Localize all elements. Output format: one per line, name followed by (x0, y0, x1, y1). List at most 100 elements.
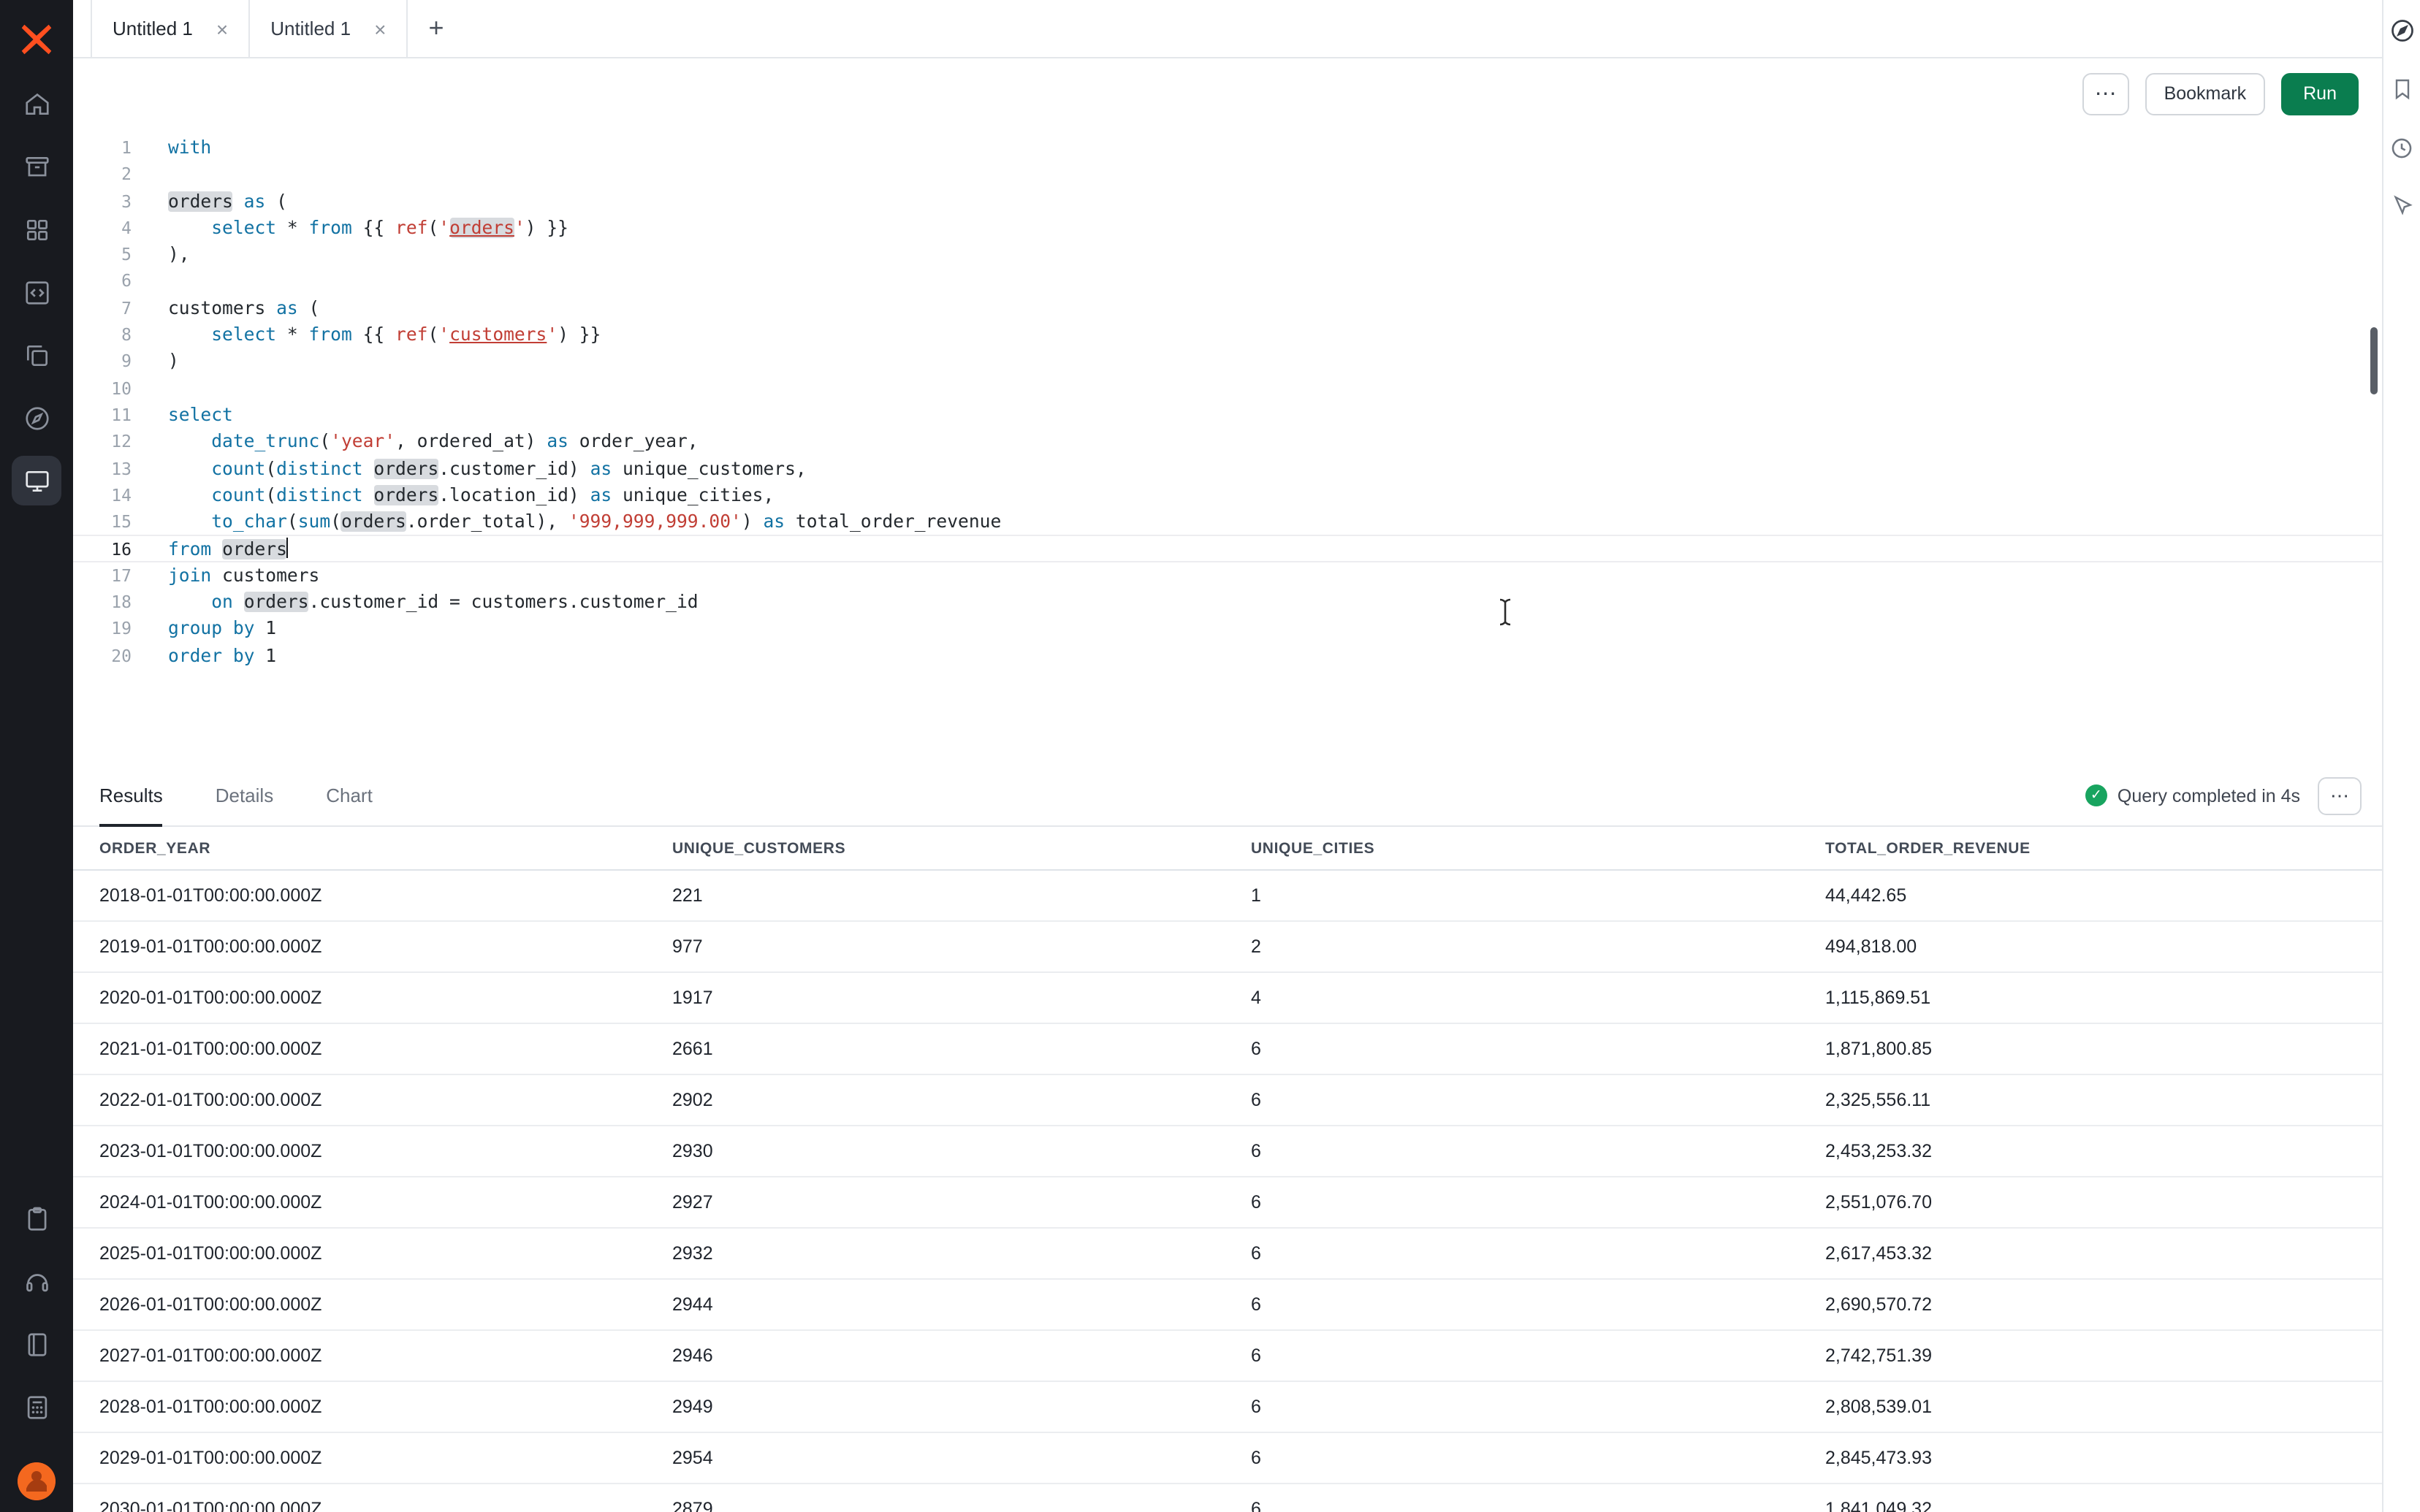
table-cell: 6 (1251, 1499, 1825, 1512)
line-number: 6 (73, 268, 132, 295)
bookmark-icon[interactable] (2386, 73, 2418, 105)
code-line[interactable]: 1with (73, 134, 2382, 161)
line-number: 16 (73, 537, 132, 561)
results-body: 2018-01-01T00:00:00.000Z221144,442.65201… (73, 871, 2382, 1512)
code-line[interactable]: 9) (73, 348, 2382, 375)
results-tabs: Results Details Chart (99, 765, 2085, 825)
line-number: 20 (73, 642, 132, 669)
user-avatar[interactable] (18, 1462, 56, 1500)
table-cell: 6 (1251, 1039, 1825, 1059)
calculator-icon[interactable] (12, 1382, 61, 1432)
results-tab-chart[interactable]: Chart (326, 765, 373, 825)
more-options-button[interactable]: ⋯ (2082, 72, 2129, 115)
table-row[interactable]: 2027-01-01T00:00:00.000Z294662,742,751.3… (73, 1331, 2382, 1382)
new-tab-button[interactable]: + (408, 0, 464, 57)
bookmark-button[interactable]: Bookmark (2145, 72, 2266, 115)
code-line[interactable]: 3orders as ( (73, 188, 2382, 215)
table-cell: 1,115,869.51 (1825, 988, 2382, 1008)
history-icon[interactable] (2386, 131, 2418, 164)
line-number: 1 (73, 134, 132, 161)
table-cell: 2932 (672, 1243, 1251, 1264)
code-line[interactable]: 5), (73, 241, 2382, 268)
table-cell: 6 (1251, 1448, 1825, 1468)
app-logo[interactable] (0, 0, 73, 79)
code-lines: 1with23orders as (4 select * from {{ ref… (73, 134, 2382, 669)
table-row[interactable]: 2026-01-01T00:00:00.000Z294462,690,570.7… (73, 1280, 2382, 1331)
table-cell: 4 (1251, 988, 1825, 1008)
code-line[interactable]: 14 count(distinct orders.location_id) as… (73, 482, 2382, 509)
home-icon[interactable] (12, 79, 61, 129)
table-row[interactable]: 2021-01-01T00:00:00.000Z266161,871,800.8… (73, 1024, 2382, 1075)
code-line[interactable]: 13 count(distinct orders.customer_id) as… (73, 455, 2382, 482)
results-tab-bar: Results Details Chart ✓ Query completed in… (73, 765, 2382, 827)
close-tab-icon[interactable]: × (216, 18, 228, 39)
main-area: Untitled 1 × Untitled 1 × + ⋯ Bookmark R… (73, 0, 2382, 1512)
table-row[interactable]: 2025-01-01T00:00:00.000Z293262,617,453.3… (73, 1229, 2382, 1280)
table-cell: 6 (1251, 1090, 1825, 1110)
line-number: 11 (73, 402, 132, 429)
line-number: 8 (73, 321, 132, 348)
tab-label: Untitled 1 (113, 18, 193, 39)
column-header[interactable]: UNIQUE_CUSTOMERS (672, 839, 1251, 857)
line-number: 2 (73, 161, 132, 188)
table-row[interactable]: 2019-01-01T00:00:00.000Z9772494,818.00 (73, 922, 2382, 973)
table-cell: 2021-01-01T00:00:00.000Z (99, 1039, 672, 1059)
clipboard-icon[interactable] (12, 1194, 61, 1243)
notebook-icon[interactable] (12, 1319, 61, 1369)
code-line[interactable]: 19group by 1 (73, 616, 2382, 643)
tab-untitled-2[interactable]: Untitled 1 × (250, 0, 408, 57)
code-line[interactable]: 4 select * from {{ ref('orders') }} (73, 215, 2382, 242)
code-editor[interactable]: 1with23orders as (4 select * from {{ ref… (73, 129, 2382, 765)
explore-compass-icon[interactable] (2386, 15, 2418, 47)
column-header[interactable]: UNIQUE_CITIES (1251, 839, 1825, 857)
windows-icon[interactable] (12, 330, 61, 380)
run-button[interactable]: Run (2281, 72, 2359, 115)
pointer-icon[interactable] (2386, 190, 2418, 222)
headphones-icon[interactable] (12, 1256, 61, 1306)
table-row[interactable]: 2028-01-01T00:00:00.000Z294962,808,539.0… (73, 1382, 2382, 1433)
table-cell: 2949 (672, 1397, 1251, 1417)
table-row[interactable]: 2024-01-01T00:00:00.000Z292762,551,076.7… (73, 1177, 2382, 1229)
table-row[interactable]: 2030-01-01T00:00:00.000Z287961,841,049.3… (73, 1484, 2382, 1512)
results-more-button[interactable]: ⋯ (2318, 776, 2362, 814)
apps-grid-icon[interactable] (12, 205, 61, 254)
table-row[interactable]: 2029-01-01T00:00:00.000Z295462,845,473.9… (73, 1433, 2382, 1484)
table-cell: 2022-01-01T00:00:00.000Z (99, 1090, 672, 1110)
editor-scrollbar-thumb[interactable] (2370, 327, 2378, 394)
code-line[interactable]: 11select (73, 402, 2382, 429)
table-cell: 2024-01-01T00:00:00.000Z (99, 1192, 672, 1213)
line-number: 17 (73, 562, 132, 589)
code-line[interactable]: 12 date_trunc('year', ordered_at) as ord… (73, 429, 2382, 456)
code-line[interactable]: 16from orders (73, 535, 2382, 562)
code-line[interactable]: 20order by 1 (73, 642, 2382, 669)
ide-terminal-icon[interactable] (12, 456, 61, 505)
code-line[interactable]: 17join customers (73, 562, 2382, 589)
table-row[interactable]: 2018-01-01T00:00:00.000Z221144,442.65 (73, 871, 2382, 922)
code-line[interactable]: 2 (73, 161, 2382, 188)
code-line[interactable]: 7customers as ( (73, 295, 2382, 322)
code-block-icon[interactable] (12, 267, 61, 317)
query-status: ✓ Query completed in 4s (2085, 784, 2300, 806)
table-row[interactable]: 2023-01-01T00:00:00.000Z293062,453,253.3… (73, 1126, 2382, 1177)
table-row[interactable]: 2022-01-01T00:00:00.000Z290262,325,556.1… (73, 1075, 2382, 1126)
line-number: 7 (73, 295, 132, 322)
compass-icon[interactable] (12, 393, 61, 443)
code-line[interactable]: 15 to_char(sum(orders.order_total), '999… (73, 508, 2382, 535)
close-tab-icon[interactable]: × (374, 18, 386, 39)
code-line[interactable]: 10 (73, 375, 2382, 402)
table-cell: 2954 (672, 1448, 1251, 1468)
results-tab-details[interactable]: Details (216, 765, 274, 825)
table-cell: 2930 (672, 1141, 1251, 1161)
table-row[interactable]: 2020-01-01T00:00:00.000Z191741,115,869.5… (73, 973, 2382, 1024)
code-line[interactable]: 6 (73, 268, 2382, 295)
code-line[interactable]: 18 on orders.customer_id = customers.cus… (73, 589, 2382, 616)
storage-icon[interactable] (12, 142, 61, 191)
column-header[interactable]: TOTAL_ORDER_REVENUE (1825, 839, 2382, 857)
code-line[interactable]: 8 select * from {{ ref('customers') }} (73, 321, 2382, 348)
results-tab-results[interactable]: Results (99, 765, 163, 825)
line-number: 5 (73, 241, 132, 268)
table-cell: 2026-01-01T00:00:00.000Z (99, 1294, 672, 1315)
tab-untitled-1[interactable]: Untitled 1 × (91, 0, 250, 57)
column-header[interactable]: ORDER_YEAR (99, 839, 672, 857)
line-number: 13 (73, 455, 132, 482)
